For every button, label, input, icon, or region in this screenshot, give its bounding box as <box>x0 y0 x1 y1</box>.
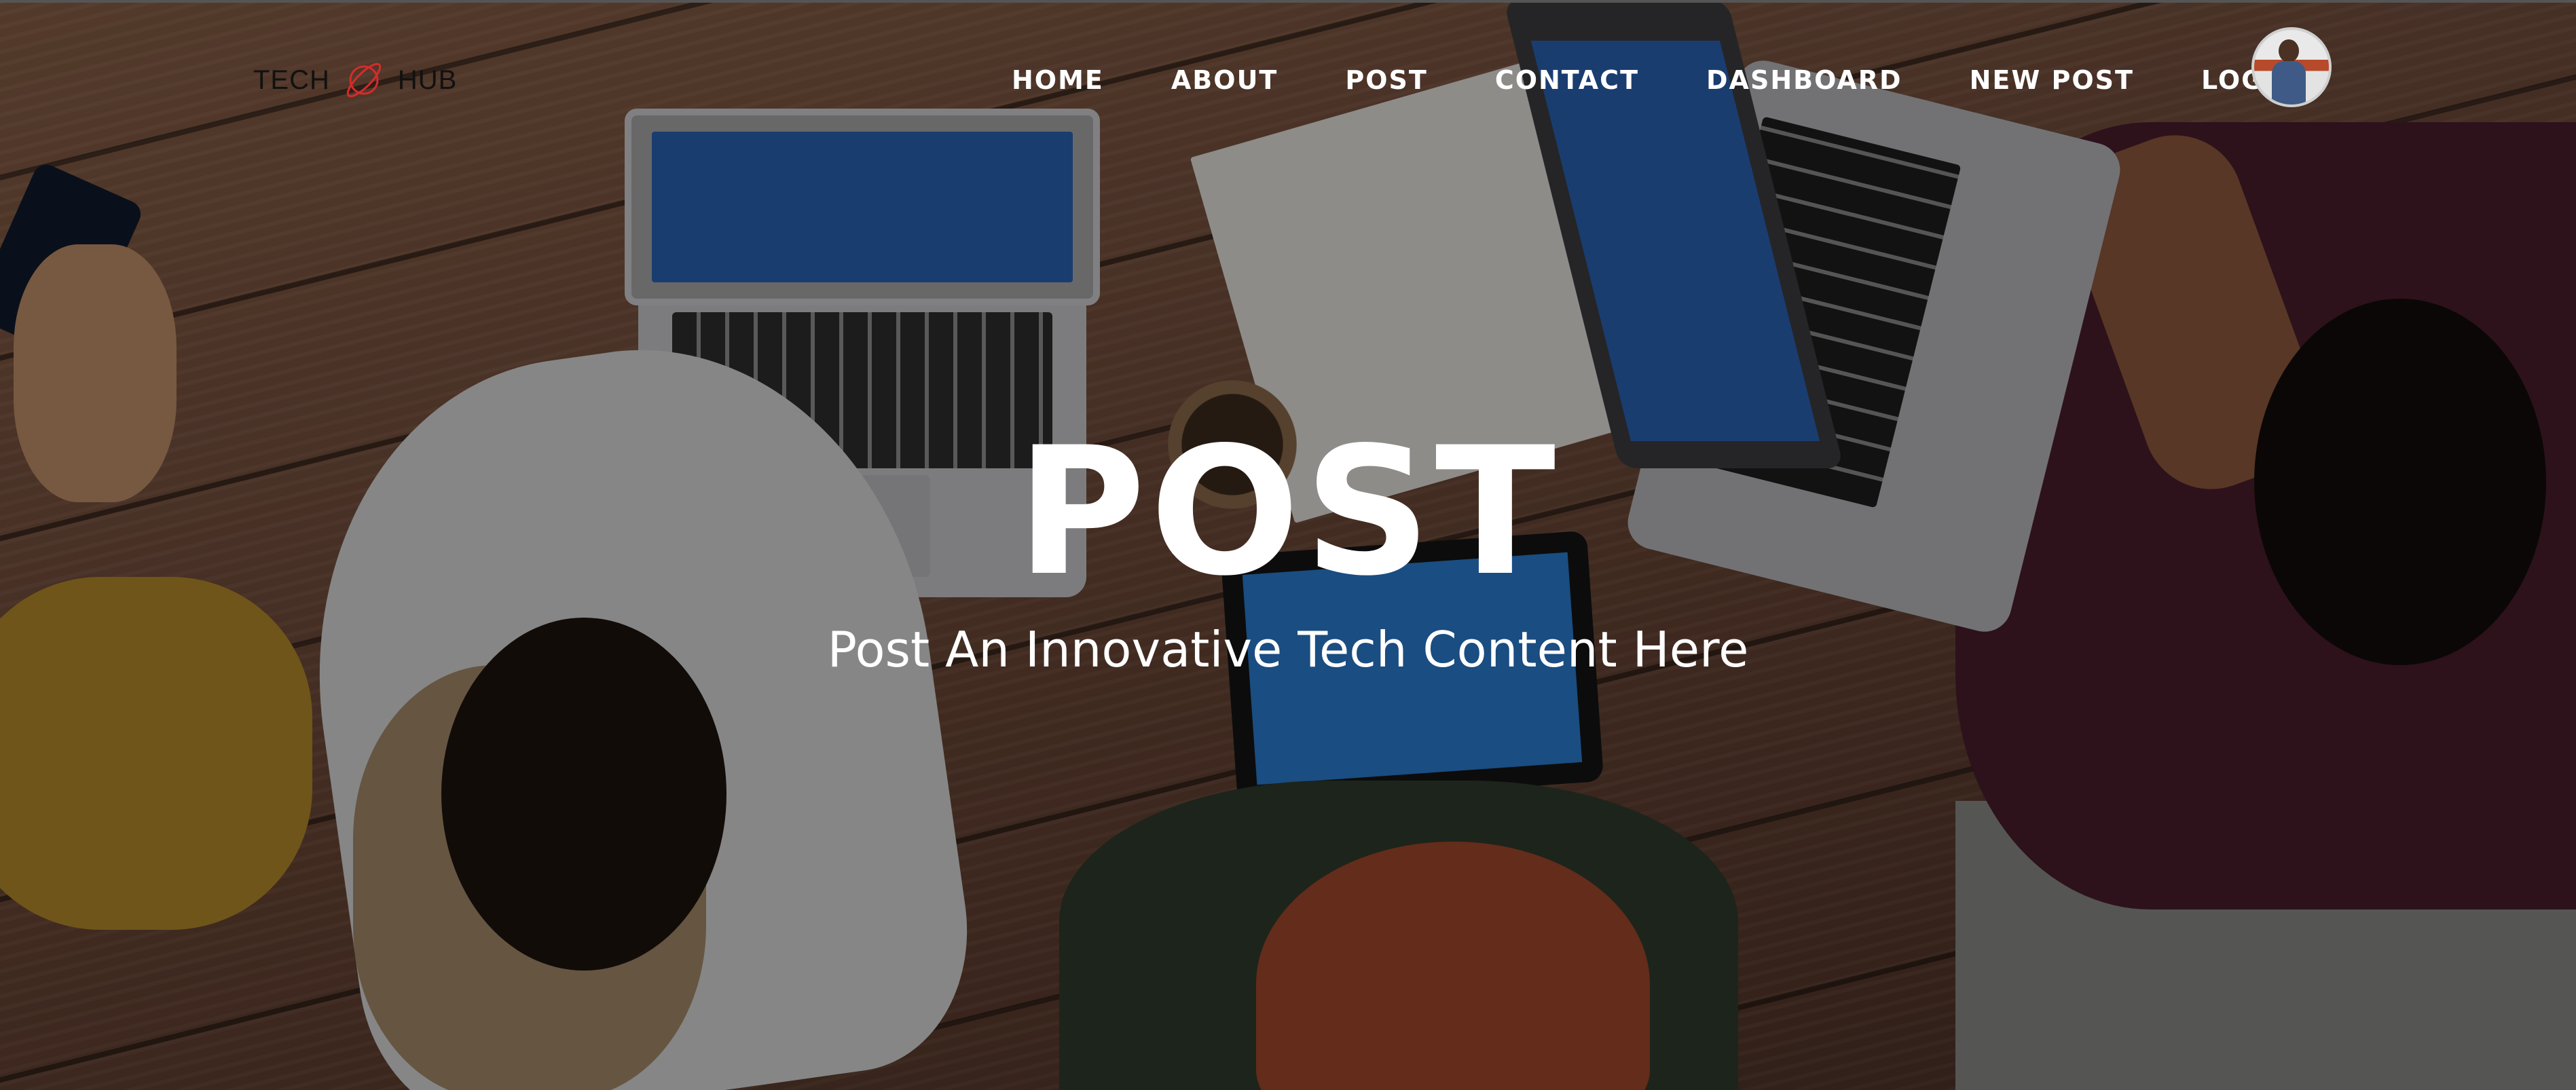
hero-subtitle: Post An Innovative Tech Content Here <box>827 621 1749 678</box>
hero-title: POST <box>1016 410 1560 615</box>
avatar-head <box>2279 39 2299 62</box>
nav-new-post-link[interactable]: NEW POST <box>1970 65 2134 95</box>
nav-dashboard-link[interactable]: DASHBOARD <box>1706 65 1902 95</box>
main-nav: HOME ABOUT POST CONTACT DASHBOARD NEW PO… <box>1012 61 2328 99</box>
nav-about-link[interactable]: ABOUT <box>1171 65 1278 95</box>
nav-home-link[interactable]: HOME <box>1012 65 1104 95</box>
nav-contact-link[interactable]: CONTACT <box>1495 65 1639 95</box>
avatar-body <box>2272 61 2306 105</box>
brand-logo[interactable]: TECH HUB <box>253 60 457 100</box>
user-avatar-icon[interactable] <box>2251 27 2332 107</box>
brand-right-word: HUB <box>397 64 458 95</box>
brand-left-word: TECH <box>253 64 330 95</box>
planet-orbit-icon <box>346 62 382 98</box>
nav-post-link[interactable]: POST <box>1345 65 1427 95</box>
site-header: TECH HUB HOME ABOUT POST CONTACT DASHBOA… <box>0 0 2576 163</box>
